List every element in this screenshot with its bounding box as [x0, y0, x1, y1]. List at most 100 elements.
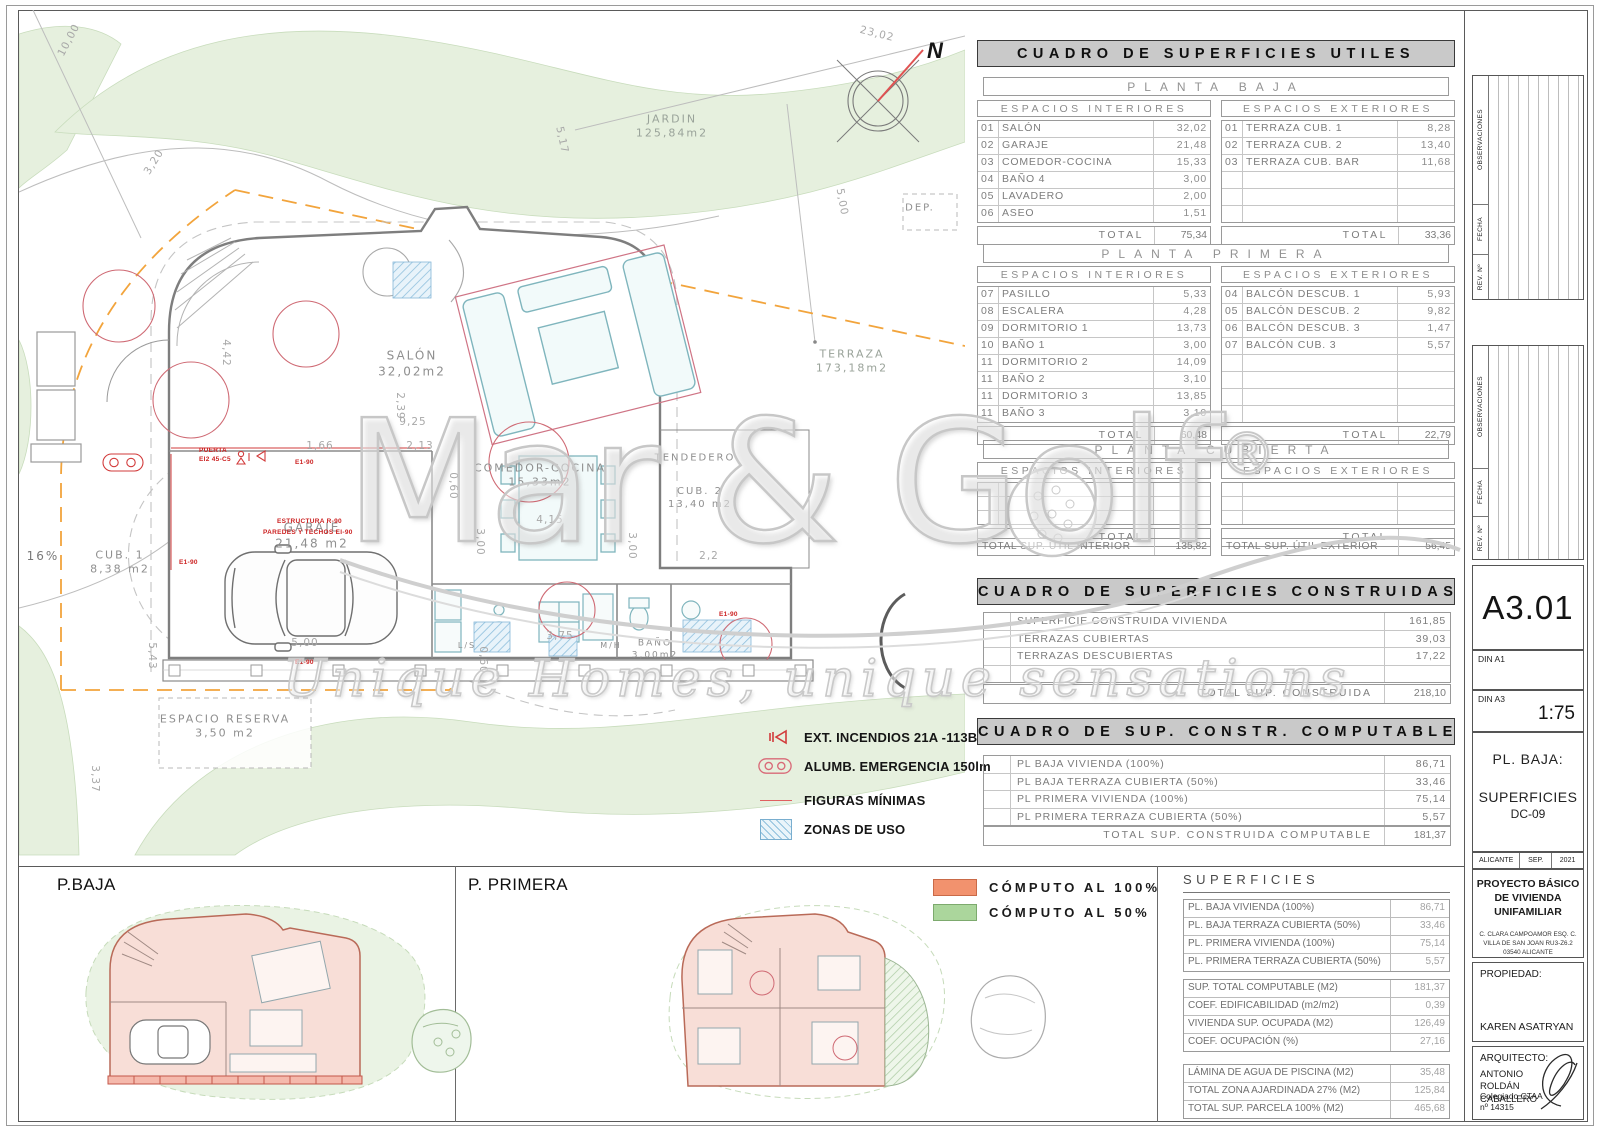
row-label: DORMITORIO 2 — [999, 355, 1154, 371]
place-cell: ALICANTE — [1473, 853, 1520, 868]
table-row: 02GARAJE21,48 — [978, 138, 1210, 155]
rev-no-label: REV. Nº — [1477, 264, 1484, 290]
row-label: TERRAZA CUB. BAR — [1243, 155, 1398, 171]
row-lead — [984, 666, 1011, 683]
row-num — [1222, 389, 1243, 405]
row-value: 39,03 — [1384, 631, 1450, 648]
row-value: 27,16 — [1391, 1034, 1449, 1051]
table-row: PL PRIMERA TERRAZA CUBIERTA (50%)5,57 — [984, 809, 1450, 826]
row-num: 11 — [978, 355, 999, 371]
row-value: 3,00 — [1154, 338, 1210, 354]
row-label: GARAJE — [999, 138, 1154, 154]
row-label — [1243, 406, 1398, 422]
table-row — [1222, 497, 1454, 511]
row-value: 13,40 — [1398, 138, 1454, 154]
construidas-table: SUPERFICIE CONSTRUIDA VIVIENDA161,85 TERR… — [983, 612, 1451, 683]
note-e190: E1-90 — [719, 610, 738, 619]
row-value: 5,33 — [1154, 287, 1210, 303]
row-label — [1243, 189, 1398, 205]
row-num: 04 — [1222, 287, 1243, 303]
row-label: BALCÓN DESCUB. 2 — [1243, 304, 1398, 320]
planta-cubierta-tables: ESPACIOS INTERIORES TOTAL ESPACIOS EXTER… — [977, 462, 1455, 547]
row-num: 04 — [978, 172, 999, 188]
row-label — [1243, 497, 1398, 510]
table-row: VIVIENDA SUP. OCUPADA (M2)126,49 — [1184, 1016, 1449, 1034]
rows — [1221, 482, 1455, 525]
observaciones-label: OBSERVACIONES — [1477, 109, 1484, 170]
table-row — [1222, 372, 1454, 389]
row-label: PL. PRIMERA TERRAZA CUBIERTA (50%) — [1184, 954, 1391, 971]
revision-labels: OBSERVACIONES FECHA REV. Nº — [1473, 76, 1489, 299]
row-value: 4,28 — [1154, 304, 1210, 320]
row-value: 11,68 — [1398, 155, 1454, 171]
column-header: ESPACIOS INTERIORES — [977, 266, 1211, 283]
row-label: TERRAZA CUB. 2 — [1243, 138, 1398, 154]
row-value: 5,93 — [1398, 287, 1454, 303]
column-header: ESPACIOS EXTERIORES — [1221, 100, 1455, 117]
row-value: 2,00 — [1154, 189, 1210, 205]
architect-signature — [1531, 1051, 1581, 1113]
planta-baja-title: PLANTA BAJA — [983, 77, 1449, 96]
row-num: 01 — [978, 121, 999, 137]
row-num: 11 — [978, 406, 999, 422]
row-label: PL. PRIMERA VIVIENDA (100%) — [1184, 936, 1391, 953]
row-value: 13,73 — [1154, 321, 1210, 337]
row-value: 32,02 — [1154, 121, 1210, 137]
total-exterior: TOTAL SUP. ÚTIL EXTERIOR56,45 — [1221, 538, 1455, 556]
row-num: 03 — [1222, 155, 1243, 171]
table-row: TOTAL ZONA AJARDINADA 27% (M2)125,84 — [1184, 1083, 1449, 1101]
table-row: 11BAÑO 23,10 — [978, 372, 1210, 389]
footer-value: 56,45 — [1398, 539, 1454, 555]
row-lead — [984, 631, 1011, 648]
table-row — [984, 666, 1450, 683]
table-row — [1222, 172, 1454, 189]
garden-stair — [881, 594, 905, 688]
row-label: BAÑO 3 — [999, 406, 1154, 422]
row-label: ESCALERA — [999, 304, 1154, 320]
row-label — [999, 511, 1154, 524]
pbaja-mini-plan — [78, 892, 478, 1112]
superficies-summary-table: SUPERFICIES PL. BAJA VIVIENDA (100%)86,7… — [1183, 872, 1450, 1126]
row-value — [1398, 406, 1454, 422]
note-e190: E1-90 — [295, 458, 314, 467]
dim: 3,00 — [474, 528, 486, 555]
din-a3-label: DIN A3 — [1478, 694, 1505, 704]
din-a3-box: DIN A3 1:75 — [1472, 690, 1584, 732]
row-value: 8,28 — [1398, 121, 1454, 137]
pbaja-panel-label: P.BAJA — [57, 875, 116, 895]
row-label: SALÓN — [999, 121, 1154, 137]
table-row: COEF. EDIFICABILIDAD (m2/m2)0,39 — [1184, 998, 1449, 1016]
row-value: 86,71 — [1391, 900, 1449, 917]
util-totals-footer: TOTAL SUP. ÚTIL INTERIOR135,82 TOTAL SUP… — [977, 538, 1455, 556]
revision-grid — [1489, 76, 1583, 299]
table-row: 07PASILLO5,33 — [978, 287, 1210, 304]
superficies-group-3: LÁMINA DE AGUA DE PISCINA (M2)35,48TOTAL… — [1183, 1064, 1450, 1119]
row-num — [1222, 206, 1243, 222]
row-value: 5,57 — [1391, 954, 1449, 971]
dim: 1,66 — [306, 440, 333, 452]
table-row: TOTAL SUP. PARCELA 100% (M2)465,68 — [1184, 1101, 1449, 1118]
row-label: TERRAZA CUB. 1 — [1243, 121, 1398, 137]
row-num: 09 — [978, 321, 999, 337]
table-row: 05BALCÓN DESCUB. 29,82 — [1222, 304, 1454, 321]
row-label — [1243, 372, 1398, 388]
column-header: ESPACIOS INTERIORES — [977, 100, 1211, 117]
fire-extinguisher-icon — [758, 728, 804, 746]
construidas-total: TOTAL SUP. CONSTRUIDA218,10 — [983, 684, 1451, 704]
superficies-group-2: SUP. TOTAL COMPUTABLE (M2)181,37COEF. ED… — [1183, 979, 1450, 1052]
row-value: 14,09 — [1154, 355, 1210, 371]
scale-value: 1:75 — [1538, 703, 1575, 725]
row-label: TOTAL SUP. PARCELA 100% (M2) — [1184, 1101, 1391, 1118]
table-row — [1222, 511, 1454, 524]
row-num — [1222, 511, 1243, 524]
primera-exteriores: ESPACIOS EXTERIORES 04BALCÓN DESCUB. 15,… — [1221, 266, 1455, 445]
primera-interiores: ESPACIOS INTERIORES 07PASILLO5,3308ESCAL… — [977, 266, 1211, 445]
row-num: 07 — [978, 287, 999, 303]
table-row: SUPERFICIE CONSTRUIDA VIVIENDA161,85 — [984, 613, 1450, 631]
rows: 01SALÓN32,0202GARAJE21,4803COMEDOR-COCIN… — [977, 120, 1211, 223]
table-row: 03TERRAZA CUB. BAR11,68 — [1222, 155, 1454, 172]
din-a1-box: DIN A1 — [1472, 650, 1584, 690]
table-row: TERRAZAS DESCUBIERTAS17,22 — [984, 648, 1450, 666]
row-num — [1222, 355, 1243, 371]
row-value: 13,85 — [1154, 389, 1210, 405]
